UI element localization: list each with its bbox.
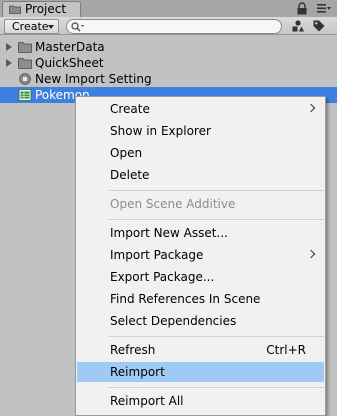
- menu-item-show-in-explorer[interactable]: Show in Explorer: [77, 121, 324, 141]
- tree-item-new-import-setting[interactable]: New Import Setting: [0, 71, 337, 87]
- menu-item-create[interactable]: Create: [77, 99, 324, 119]
- filter-by-label-icon[interactable]: [312, 19, 326, 33]
- menu-item-reimport[interactable]: Reimport: [77, 362, 324, 382]
- tree-item-masterdata[interactable]: MasterData: [0, 39, 337, 55]
- panel-menu-icon[interactable]: [316, 2, 332, 14]
- context-menu: Create Show in Explorer Open Delete Open…: [75, 96, 326, 416]
- menu-item-import-package[interactable]: Import Package: [77, 245, 324, 265]
- search-icon: [71, 22, 84, 32]
- menu-separator: [109, 219, 324, 220]
- menu-shortcut: Ctrl+R: [266, 343, 306, 357]
- menu-item-find-references-in-scene[interactable]: Find References In Scene: [77, 289, 324, 309]
- submenu-arrow-icon: [306, 249, 316, 259]
- menu-item-open[interactable]: Open: [77, 143, 324, 163]
- tree-item-label: QuickSheet: [35, 56, 104, 70]
- create-label: Create: [12, 20, 49, 33]
- filter-by-type-icon[interactable]: [291, 19, 305, 33]
- spreadsheet-icon: [18, 89, 32, 101]
- chevron-down-icon: [48, 25, 54, 29]
- folder-icon: [9, 5, 21, 14]
- menu-item-delete[interactable]: Delete: [77, 165, 324, 185]
- script-asset-icon: [19, 73, 31, 85]
- tree-item-label: MasterData: [35, 40, 105, 54]
- search-input[interactable]: [66, 19, 282, 34]
- folder-icon: [18, 42, 32, 53]
- tab-label: Project: [25, 2, 67, 16]
- tab-strip: Project: [0, 0, 337, 17]
- create-dropdown-button[interactable]: Create: [4, 19, 59, 34]
- menu-item-export-package[interactable]: Export Package...: [77, 267, 324, 287]
- folder-icon: [18, 58, 32, 69]
- toolbar: Create: [0, 17, 337, 35]
- menu-item-reimport-all[interactable]: Reimport All: [77, 391, 324, 411]
- menu-separator: [109, 336, 324, 337]
- lock-icon[interactable]: [296, 2, 308, 15]
- menu-separator: [109, 387, 324, 388]
- submenu-arrow-icon: [306, 103, 316, 113]
- menu-item-refresh[interactable]: Refresh Ctrl+R: [77, 340, 324, 360]
- tab-project[interactable]: Project: [2, 1, 81, 17]
- menu-separator: [109, 190, 324, 191]
- menu-item-open-scene-additive: Open Scene Additive: [110, 197, 236, 211]
- tree-item-quicksheet[interactable]: QuickSheet: [0, 55, 337, 71]
- menu-item-import-new-asset[interactable]: Import New Asset...: [77, 223, 324, 243]
- menu-item-select-dependencies[interactable]: Select Dependencies: [77, 311, 324, 331]
- expand-arrow-icon[interactable]: [6, 43, 12, 51]
- tree-item-label: New Import Setting: [35, 72, 152, 86]
- expand-arrow-icon[interactable]: [6, 59, 12, 67]
